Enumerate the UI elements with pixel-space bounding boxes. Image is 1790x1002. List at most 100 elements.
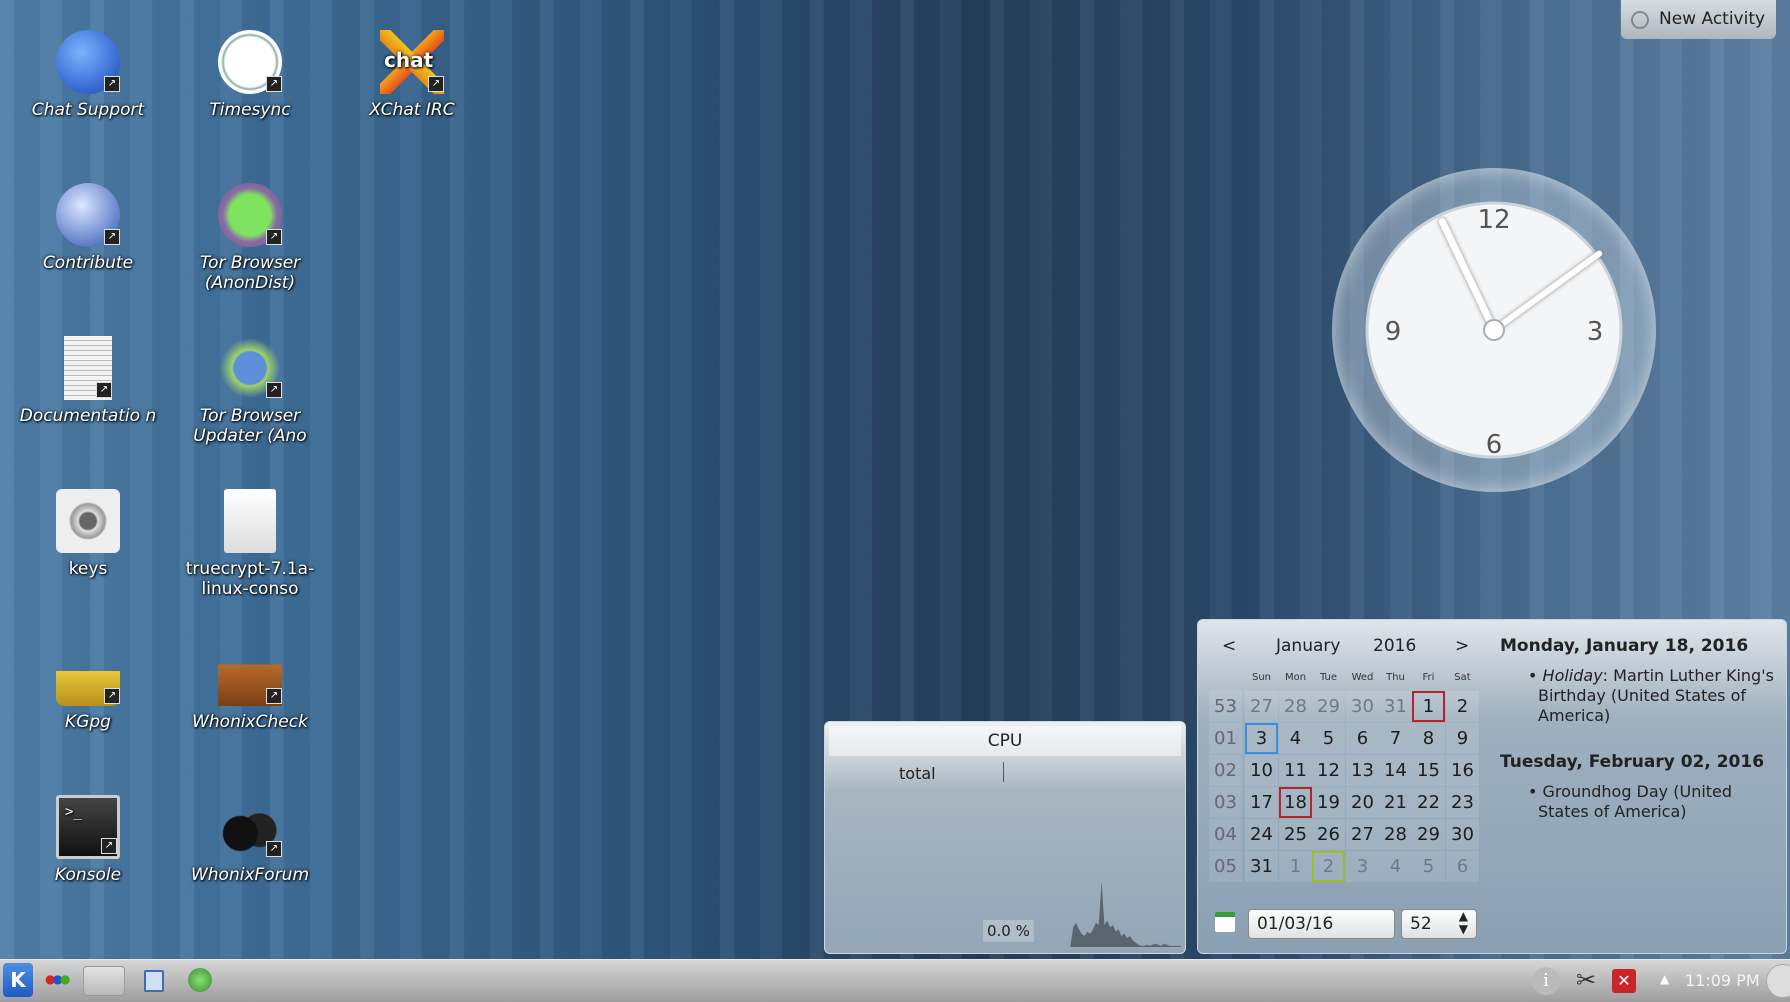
- calendar-day[interactable]: 29: [1412, 819, 1445, 850]
- calendar-day[interactable]: 3: [1245, 723, 1278, 754]
- desktop-icon-documentatio-n[interactable]: ↗ Documentatio n: [13, 336, 163, 426]
- event-date-heading: Monday, January 18, 2016: [1500, 636, 1749, 656]
- desktop-icon-konsole[interactable]: >_ ↗ Konsole: [13, 795, 163, 885]
- calendar-day[interactable]: 25: [1279, 819, 1312, 850]
- taskbar-clock[interactable]: 11:09 PM: [1685, 971, 1760, 990]
- calendar-day[interactable]: 19: [1312, 787, 1345, 818]
- info-icon[interactable]: i: [1532, 967, 1560, 995]
- calendar-day[interactable]: 18: [1279, 787, 1312, 818]
- activities-dots-icon[interactable]: ●●●: [45, 972, 71, 986]
- cpu-history-area: [1059, 881, 1181, 947]
- cpu-history-graph: [1059, 881, 1181, 947]
- panel-toolbox-button[interactable]: [1766, 964, 1790, 998]
- desktop-icon-label: keys: [68, 559, 108, 579]
- calendar-day[interactable]: 29: [1312, 691, 1345, 722]
- prev-month-button[interactable]: <: [1222, 636, 1236, 656]
- calendar-day[interactable]: 27: [1346, 819, 1379, 850]
- calendar-day[interactable]: 9: [1446, 723, 1479, 754]
- new-activity-button[interactable]: New Activity: [1621, 0, 1776, 39]
- desktop-icon-whonixcheck[interactable]: ↗ WhonixCheck: [175, 642, 325, 732]
- calendar-day[interactable]: 31: [1245, 851, 1278, 882]
- event-day: Monday, January 18, 2016 • Holiday: Marti…: [1500, 636, 1780, 726]
- calendar-day[interactable]: 10: [1245, 755, 1278, 786]
- next-month-button[interactable]: >: [1455, 636, 1469, 656]
- desktop-icon-timesync[interactable]: ↗ Timesync: [175, 30, 325, 120]
- calendar-day[interactable]: 11: [1279, 755, 1312, 786]
- desktop-icon-truecrypt-7-1a-linux-conso[interactable]: truecrypt-7.1a-linux-conso: [175, 489, 325, 599]
- week-number: 05: [1209, 851, 1242, 882]
- desktop-icon-chat-support[interactable]: ↗ Chat Support: [13, 30, 163, 120]
- calendar-day[interactable]: 30: [1446, 819, 1479, 850]
- calendar-day[interactable]: 14: [1379, 755, 1412, 786]
- system-tray-expand-icon[interactable]: ▲: [1660, 972, 1669, 986]
- day-name-tue: Tue: [1319, 672, 1338, 683]
- calendar-day[interactable]: 2: [1446, 691, 1479, 722]
- calendar-day[interactable]: 23: [1446, 787, 1479, 818]
- calendar-day[interactable]: 2: [1312, 851, 1345, 882]
- calendar-day[interactable]: 31: [1379, 691, 1412, 722]
- calendar-day[interactable]: 7: [1379, 723, 1412, 754]
- calendar-day[interactable]: 1: [1279, 851, 1312, 882]
- desktop-icon-label: KGpg: [65, 712, 111, 732]
- desktop-icon-label: Konsole: [54, 865, 122, 885]
- timesync-icon: ↗: [218, 30, 282, 94]
- calendar-day[interactable]: 4: [1279, 723, 1312, 754]
- analog-clock-widget[interactable]: 12 3 6 9: [1332, 168, 1656, 492]
- year-selector[interactable]: 2016: [1373, 636, 1416, 656]
- calendar-day[interactable]: 27: [1245, 691, 1278, 722]
- desktop-icon-label: WhonixForum: [190, 865, 310, 885]
- desktop-icon-keys[interactable]: keys: [13, 489, 163, 579]
- calendar-day[interactable]: 13: [1346, 755, 1379, 786]
- calendar-day[interactable]: 17: [1245, 787, 1278, 818]
- shortcut-arrow-icon: ↗: [101, 838, 117, 854]
- calendar-day[interactable]: 8: [1412, 723, 1445, 754]
- scissors-clipboard-icon[interactable]: ✂: [1576, 966, 1596, 994]
- date-input[interactable]: 01/03/16: [1248, 909, 1395, 939]
- week-number: 04: [1209, 819, 1242, 850]
- desktop-icon-contribute[interactable]: ↗ Contribute: [13, 183, 163, 273]
- tor-browser-taskbar-icon[interactable]: [188, 968, 212, 992]
- week-spin-value: 52: [1410, 914, 1432, 934]
- prompt-glyph: >_: [65, 804, 82, 820]
- desktop-pager-button[interactable]: [83, 966, 125, 996]
- calendar-day[interactable]: 6: [1446, 851, 1479, 882]
- calendar-day[interactable]: 4: [1379, 851, 1412, 882]
- calendar-day[interactable]: 26: [1312, 819, 1345, 850]
- desktop-icon-tor-browser-anondist-[interactable]: ↗ Tor Browser (AnonDist): [175, 183, 325, 293]
- spin-arrows-icon[interactable]: ▲ ▼: [1459, 910, 1468, 936]
- calendar-day[interactable]: 22: [1412, 787, 1445, 818]
- week-spinbox[interactable]: 52 ▲ ▼: [1401, 909, 1477, 939]
- file-manager-icon[interactable]: [144, 970, 164, 992]
- shortcut-arrow-icon: ↗: [428, 76, 444, 92]
- calendar-day[interactable]: 16: [1446, 755, 1479, 786]
- forum-users-icon: ↗: [218, 795, 282, 859]
- network-disconnected-icon[interactable]: ✕: [1612, 969, 1636, 993]
- desktop-icon-kgpg[interactable]: ↗ KGpg: [13, 642, 163, 732]
- calendar-day[interactable]: 12: [1312, 755, 1345, 786]
- calendar-day[interactable]: 5: [1412, 851, 1445, 882]
- shortcut-arrow-icon: ↗: [266, 229, 282, 245]
- desktop-icon-tor-browser-updater-ano[interactable]: ↗ Tor Browser Updater (Ano: [175, 336, 325, 446]
- day-name-mon: Mon: [1284, 672, 1307, 683]
- desktop-icon-label: Documentatio n: [19, 406, 157, 426]
- calendar-day[interactable]: 24: [1245, 819, 1278, 850]
- month-selector[interactable]: January: [1276, 636, 1340, 656]
- kde-menu-icon[interactable]: K: [3, 963, 33, 997]
- calendar-day[interactable]: 15: [1412, 755, 1445, 786]
- calendar-day[interactable]: 1: [1412, 691, 1445, 722]
- desktop-icon-xchat-irc[interactable]: chat ↗ XChat IRC: [337, 30, 487, 120]
- calendar-icon[interactable]: [1215, 912, 1235, 932]
- activity-icon: [1631, 11, 1649, 29]
- calendar-day[interactable]: 28: [1279, 691, 1312, 722]
- whonixcheck-box-icon: ↗: [218, 642, 282, 706]
- desktop-icon-whonixforum[interactable]: ↗ WhonixForum: [175, 795, 325, 885]
- calendar-day[interactable]: 28: [1379, 819, 1412, 850]
- shortcut-arrow-icon: ↗: [266, 841, 282, 857]
- calendar-day[interactable]: 5: [1312, 723, 1345, 754]
- shortcut-arrow-icon: ↗: [266, 382, 282, 398]
- calendar-day[interactable]: 21: [1379, 787, 1412, 818]
- calendar-day[interactable]: 30: [1346, 691, 1379, 722]
- calendar-day[interactable]: 3: [1346, 851, 1379, 882]
- calendar-day[interactable]: 6: [1346, 723, 1379, 754]
- calendar-day[interactable]: 20: [1346, 787, 1379, 818]
